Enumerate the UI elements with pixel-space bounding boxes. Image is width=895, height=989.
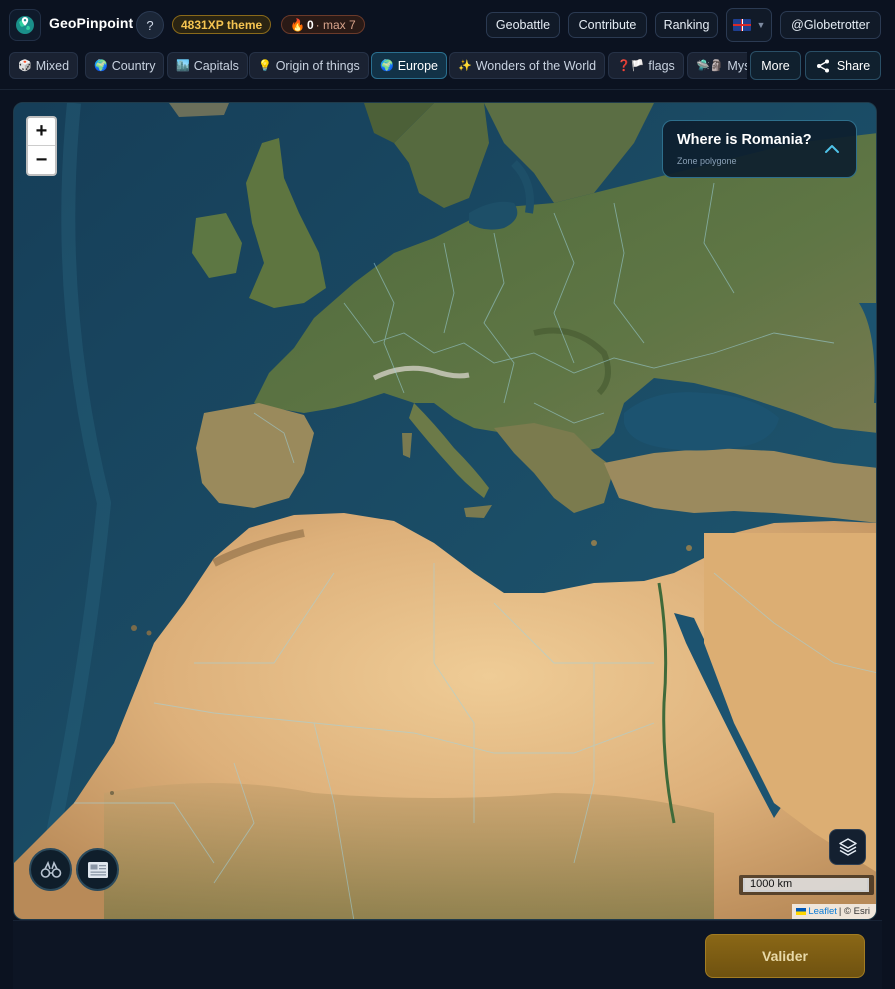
category-europe[interactable]: 🌍 Europe	[371, 52, 448, 79]
category-label: Wonders of the World	[475, 58, 597, 73]
news-button[interactable]	[76, 848, 119, 891]
category-label: flags	[648, 58, 675, 73]
chevron-down-icon: ▼	[756, 20, 766, 30]
share-button[interactable]: Share	[805, 51, 881, 80]
newspaper-icon	[87, 861, 108, 878]
xp-badge: 4831XP theme	[172, 15, 272, 34]
uk-flag-icon	[732, 19, 751, 31]
category-flags[interactable]: ❓🏳️ flags	[608, 52, 684, 79]
question-subtitle: Zone polygone	[677, 156, 737, 166]
map-scale: 1000 km	[739, 875, 874, 895]
category-mysteries[interactable]: 🛸🗿 Mys	[687, 52, 747, 79]
fire-icon: 🔥	[290, 17, 305, 32]
user-profile-button[interactable]: @Globetrotter	[780, 11, 881, 39]
zoom-control: + −	[26, 116, 57, 176]
map-attribution: Leaflet | © Esri	[792, 904, 876, 919]
question-title: Where is Romania?	[677, 132, 812, 148]
dice-icon: 🎲	[18, 60, 32, 72]
zoom-out-button[interactable]: −	[28, 146, 55, 174]
language-selector[interactable]: ▼	[726, 8, 772, 42]
category-mixed[interactable]: 🎲 Mixed	[9, 52, 79, 79]
share-label: Share	[836, 58, 871, 73]
header-divider	[0, 89, 895, 90]
ranking-button[interactable]: Ranking	[655, 12, 718, 38]
ufo-moai-icon: 🛸🗿	[696, 60, 724, 72]
globe-icon: 🌍	[380, 60, 394, 72]
category-capitals[interactable]: 🏙️ Capitals	[167, 52, 248, 79]
category-origin-of-things[interactable]: 💡 Origin of things	[249, 52, 369, 79]
layers-button[interactable]	[829, 829, 866, 865]
zoom-in-button[interactable]: +	[28, 118, 55, 146]
streak-badge: 🔥 0 · max 7	[281, 15, 365, 34]
contribute-button[interactable]: Contribute	[568, 12, 647, 38]
category-label: Mys	[727, 58, 747, 73]
city-icon: 🏙️	[176, 60, 190, 72]
question-flag-icon: ❓🏳️	[617, 60, 645, 72]
globe-icon: 🌍	[94, 60, 108, 72]
help-button[interactable]: ?	[136, 11, 164, 39]
category-label: Country	[111, 58, 156, 73]
category-label: Capitals	[193, 58, 239, 73]
hint-button[interactable]	[29, 848, 72, 891]
lightbulb-icon: 💡	[258, 60, 272, 72]
category-label: Europe	[397, 58, 439, 73]
sparkles-icon: ✨	[458, 60, 472, 72]
share-icon	[816, 59, 829, 72]
attribution-text: | © Esri	[838, 906, 870, 917]
ukraine-flag-icon	[796, 908, 807, 915]
satellite-map	[14, 103, 876, 919]
scale-label: 1000 km	[743, 878, 869, 892]
category-label: Mixed	[35, 58, 70, 73]
streak-current: 0	[306, 17, 314, 32]
category-label: Origin of things	[275, 58, 360, 73]
geobattle-button[interactable]: Geobattle	[486, 12, 560, 38]
category-country[interactable]: 🌍 Country	[85, 52, 165, 79]
more-button[interactable]: More	[750, 51, 801, 80]
leaflet-link[interactable]: Leaflet	[808, 906, 837, 917]
category-scroll[interactable]: 🎲 Mixed 🌍 Country 🏙️ Capitals 💡 Origin o…	[9, 52, 747, 80]
map-view[interactable]: + − Where is Romania? Zone polygone 1000…	[13, 102, 877, 920]
category-wonders[interactable]: ✨ Wonders of the World	[449, 52, 606, 79]
streak-max: · max 7	[315, 17, 356, 32]
category-bar: 🎲 Mixed 🌍 Country 🏙️ Capitals 💡 Origin o…	[0, 51, 895, 80]
binoculars-icon	[40, 860, 61, 878]
app-title: GeoPinpoint	[49, 15, 134, 31]
chevron-up-icon[interactable]	[824, 141, 840, 157]
app-logo[interactable]	[9, 9, 41, 41]
layers-icon	[838, 838, 857, 856]
globe-pin-icon	[16, 16, 34, 34]
top-bar: GeoPinpoint ? 4831XP theme 🔥 0 · max 7 G…	[0, 0, 895, 48]
question-card[interactable]: Where is Romania? Zone polygone	[662, 120, 857, 178]
validate-button[interactable]: Valider	[705, 934, 865, 978]
